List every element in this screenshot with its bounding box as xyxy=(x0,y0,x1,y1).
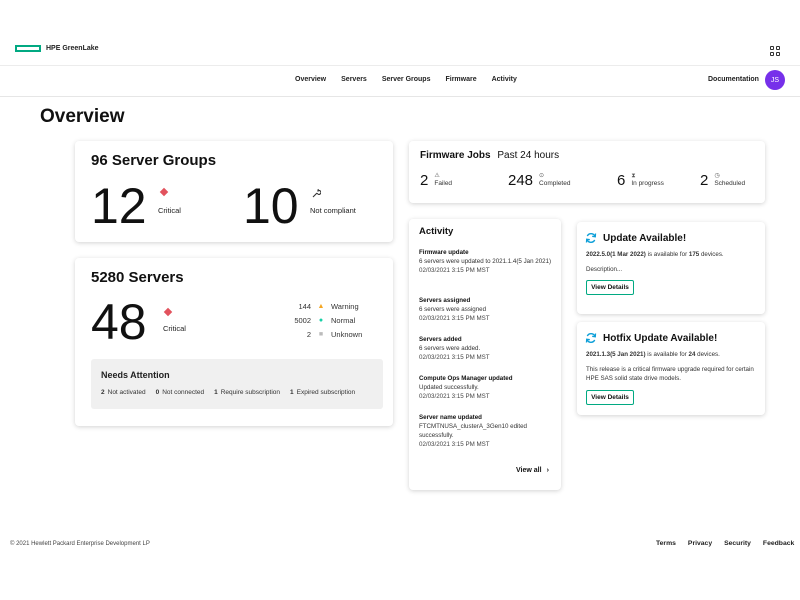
footer-link-security[interactable]: Security xyxy=(724,540,751,547)
firmware-jobs-card[interactable]: Firmware Jobs Past 24 hours 2 ⚠ Failed 24… xyxy=(409,141,765,203)
activity-item[interactable]: Server name updated FTCMTNUSA_clusterA_3… xyxy=(419,414,553,450)
nav-firmware[interactable]: Firmware xyxy=(445,76,476,83)
job-scheduled-count: 2 xyxy=(700,172,709,189)
job-failed-count: 2 xyxy=(420,172,429,189)
activity-item[interactable]: Firmware update 6 servers were updated t… xyxy=(419,249,553,276)
needs-attention-items: 2 Not activated 0 Not connected 1 Require s… xyxy=(101,389,355,396)
warning-triangle-icon: ▲ xyxy=(317,303,325,310)
refresh-icon xyxy=(585,233,597,243)
normal-count: 5002 xyxy=(294,316,311,325)
nav-links: Overview Servers Server Groups Firmware … xyxy=(295,76,517,83)
needs-attention-panel: Needs Attention 2 Not activated 0 Not conn… xyxy=(91,359,383,409)
attention-item[interactable]: 0 Not connected xyxy=(156,389,205,396)
firmware-jobs-title: Firmware Jobs xyxy=(420,150,491,161)
alert-icon: ⚠ xyxy=(434,173,440,180)
refresh-icon xyxy=(585,333,597,343)
groups-critical-count: 12 xyxy=(91,178,147,234)
wrench-icon xyxy=(312,188,321,198)
update-summary: 2022.5.0(1 Mar 2022) is available for 17… xyxy=(586,251,724,258)
hotfix-card: Hotfix Update Available! 2021.1.3(5 Jan … xyxy=(577,322,765,415)
servers-card[interactable]: 5280 Servers 48 Critical 144 ▲ Warning 5… xyxy=(75,258,393,426)
update-title-row: Update Available! xyxy=(585,232,686,244)
hotfix-description: This release is a critical firmware upgr… xyxy=(586,366,754,382)
groups-critical-label: Critical xyxy=(158,206,181,215)
groups-noncompliant-count: 10 xyxy=(243,178,299,234)
documentation-link[interactable]: Documentation xyxy=(708,76,759,83)
unknown-square-icon: ■ xyxy=(318,331,324,338)
warning-label: Warning xyxy=(331,302,359,311)
apps-grid-icon[interactable] xyxy=(770,46,780,56)
needs-attention-title: Needs Attention xyxy=(101,370,170,380)
job-scheduled-label: Scheduled xyxy=(714,180,746,188)
firmware-jobs-header: Firmware Jobs Past 24 hours xyxy=(420,150,559,161)
nav-servers[interactable]: Servers xyxy=(341,76,367,83)
unknown-count: 2 xyxy=(306,330,311,339)
normal-dot-icon: ● xyxy=(318,317,324,324)
job-completed-label: Completed xyxy=(539,180,571,188)
update-description: Description... xyxy=(586,266,623,273)
user-avatar[interactable]: JS xyxy=(765,70,785,90)
servers-title: 5280 Servers xyxy=(91,269,184,286)
activity-title: Activity xyxy=(419,226,454,237)
job-in-progress-label: In progress xyxy=(631,180,664,188)
hotfix-title: Hotfix Update Available! xyxy=(603,332,718,344)
footer-links: Terms Privacy Security Feedback xyxy=(656,540,794,547)
clock-icon: ◷ xyxy=(714,173,720,180)
activity-item[interactable]: Compute Ops Manager updated Updated succ… xyxy=(419,375,553,402)
nav-overview[interactable]: Overview xyxy=(295,76,326,83)
attention-item[interactable]: 1 Expired subscription xyxy=(290,389,355,396)
activity-card: Activity Firmware update 6 servers were … xyxy=(409,219,561,490)
attention-item[interactable]: 2 Not activated xyxy=(101,389,146,396)
critical-diamond-icon xyxy=(159,187,169,197)
attention-item[interactable]: 1 Require subscription xyxy=(214,389,280,396)
servers-critical-count: 48 xyxy=(91,294,147,350)
normal-label: Normal xyxy=(331,316,356,325)
hourglass-icon: ⧗ xyxy=(631,173,636,180)
status-unknown-row: 2 ■ Unknown xyxy=(283,330,362,339)
status-normal-row: 5002 ● Normal xyxy=(283,316,355,325)
footer-link-privacy[interactable]: Privacy xyxy=(688,540,712,547)
firmware-jobs-period: Past 24 hours xyxy=(497,150,560,161)
hotfix-view-details-button[interactable]: View Details xyxy=(586,390,634,405)
hpe-logo-mark xyxy=(15,45,41,52)
update-available-card: Update Available! 2022.5.0(1 Mar 2022) i… xyxy=(577,222,765,314)
server-groups-card[interactable]: 96 Server Groups 12 Critical 10 Not comp… xyxy=(75,141,393,242)
hotfix-title-row: Hotfix Update Available! xyxy=(585,332,717,344)
footer-link-terms[interactable]: Terms xyxy=(656,540,676,547)
top-bar: HPE GreenLake xyxy=(0,0,800,66)
job-in-progress-count: 6 xyxy=(617,172,626,189)
job-completed: 248 ⊙ Completed xyxy=(508,172,570,189)
activity-item[interactable]: Servers assigned 6 servers were assigned… xyxy=(419,297,553,324)
hotfix-summary: 2021.1.3(5 Jan 2021) is available for 24… xyxy=(586,351,720,358)
nav-activity[interactable]: Activity xyxy=(492,76,517,83)
page-title: Overview xyxy=(40,106,125,127)
update-view-details-button[interactable]: View Details xyxy=(586,280,634,295)
activity-item[interactable]: Servers added 6 servers were added. 02/0… xyxy=(419,336,553,363)
job-completed-count: 248 xyxy=(508,172,534,189)
view-all-link[interactable]: View all › xyxy=(516,467,549,474)
footer-copyright: © 2021 Hewlett Packard Enterprise Develo… xyxy=(10,541,150,547)
groups-noncompliant-label: Not compliant xyxy=(310,206,356,215)
chevron-right-icon: › xyxy=(546,467,549,474)
servers-critical-label: Critical xyxy=(163,324,186,333)
server-groups-title: 96 Server Groups xyxy=(91,152,217,169)
footer-link-feedback[interactable]: Feedback xyxy=(763,540,794,547)
check-circle-icon: ⊙ xyxy=(539,173,545,180)
nav-server-groups[interactable]: Server Groups xyxy=(382,76,431,83)
nav-bar: Overview Servers Server Groups Firmware … xyxy=(0,66,800,97)
hpe-logo[interactable]: HPE GreenLake xyxy=(15,45,99,52)
update-title: Update Available! xyxy=(603,232,687,244)
brand-name: HPE GreenLake xyxy=(46,45,99,52)
critical-diamond-icon xyxy=(163,307,173,317)
job-scheduled: 2 ◷ Scheduled xyxy=(700,172,745,189)
job-in-progress: 6 ⧗ In progress xyxy=(617,172,664,189)
status-warning-row: 144 ▲ Warning xyxy=(283,302,359,311)
unknown-label: Unknown xyxy=(331,330,363,339)
job-failed: 2 ⚠ Failed xyxy=(420,172,452,189)
job-failed-label: Failed xyxy=(434,180,453,188)
warning-count: 144 xyxy=(298,302,311,311)
view-all-label: View all xyxy=(516,467,542,474)
